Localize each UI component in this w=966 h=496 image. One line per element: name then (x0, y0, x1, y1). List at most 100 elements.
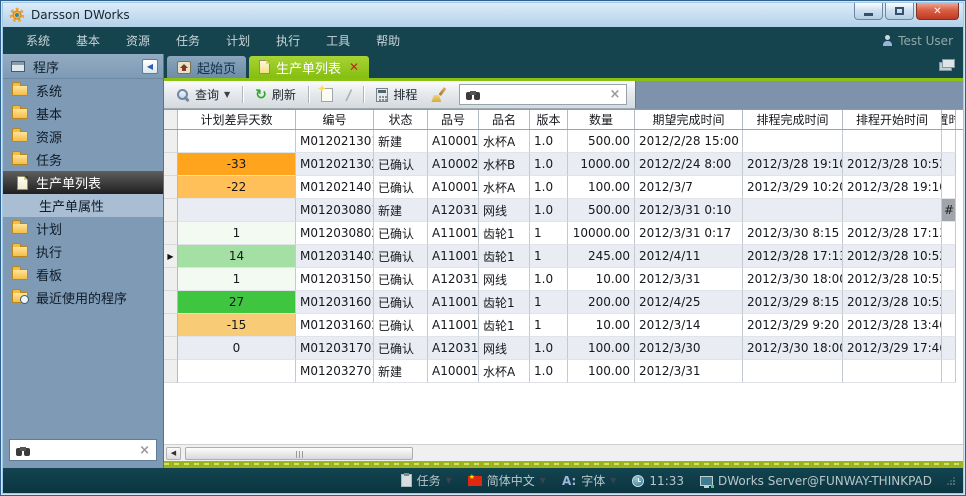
table-cell[interactable]: 水杯A (479, 360, 530, 383)
chevron-down-icon[interactable]: ▼ (610, 476, 616, 485)
table-cell[interactable]: 2012/3/30 18:00 (743, 337, 843, 360)
table-cell[interactable] (743, 199, 843, 222)
table-cell[interactable] (178, 360, 296, 383)
status-item-language-flag[interactable]: 简体中文▼ (463, 472, 551, 489)
table-cell[interactable]: 网线 (479, 199, 530, 222)
row-selector[interactable] (164, 314, 178, 337)
menu-item[interactable]: 系统 (13, 32, 63, 49)
table-cell[interactable]: 已确认 (374, 153, 428, 176)
table-cell[interactable] (942, 245, 956, 268)
table-cell[interactable]: 新建 (374, 360, 428, 383)
table-cell[interactable]: A12031 (428, 199, 479, 222)
menu-item[interactable]: 帮助 (363, 32, 413, 49)
menu-item[interactable]: 工具 (313, 32, 363, 49)
toolbar-search-input[interactable] (486, 88, 609, 102)
row-selector[interactable] (164, 199, 178, 222)
row-selector[interactable] (164, 176, 178, 199)
menu-item[interactable]: 基本 (63, 32, 113, 49)
table-cell[interactable] (942, 337, 956, 360)
table-cell[interactable]: M012032701 (296, 360, 374, 383)
table-cell[interactable]: 1.0 (530, 130, 568, 153)
table-cell[interactable] (942, 130, 956, 153)
table-cell[interactable]: 新建 (374, 130, 428, 153)
table-row[interactable]: M012021301新建A10001水杯A1.0500.002012/2/28 … (164, 130, 963, 153)
minimize-button[interactable] (854, 3, 883, 20)
table-cell[interactable]: 0 (178, 337, 296, 360)
sidebar-item[interactable]: 系统 (3, 79, 163, 102)
table-cell[interactable]: 水杯B (479, 153, 530, 176)
table-cell[interactable] (942, 291, 956, 314)
sidebar-item[interactable]: 资源 (3, 125, 163, 148)
current-user[interactable]: Test User (882, 34, 953, 48)
row-selector[interactable] (164, 291, 178, 314)
column-header[interactable]: 编号 (296, 110, 374, 129)
table-row[interactable]: -33M012021302已确认A10002水杯B1.01000.00 2012/… (164, 153, 963, 176)
status-item-clock[interactable]: 11:33 (627, 474, 689, 488)
table-cell[interactable]: A10001 (428, 176, 479, 199)
table-cell[interactable]: 1 (178, 268, 296, 291)
table-cell[interactable]: M012031602 (296, 314, 374, 337)
table-cell[interactable]: 齿轮1 (479, 314, 530, 337)
table-cell[interactable]: M012031701 (296, 337, 374, 360)
menu-item[interactable]: 执行 (263, 32, 313, 49)
table-cell[interactable] (178, 130, 296, 153)
table-row[interactable]: M012032701新建A10001水杯A1.0100.002012/3/31 (164, 360, 963, 383)
table-cell[interactable]: -15 (178, 314, 296, 337)
table-cell[interactable]: 500.00 (568, 130, 635, 153)
table-cell[interactable] (942, 222, 956, 245)
menu-item[interactable]: 任务 (163, 32, 213, 49)
table-cell[interactable]: 245.00 (568, 245, 635, 268)
table-cell[interactable]: # (942, 199, 956, 222)
table-cell[interactable]: 1.0 (530, 268, 568, 291)
table-cell[interactable] (942, 314, 956, 337)
table-cell[interactable]: 14 (178, 245, 296, 268)
sidebar-item[interactable]: 任务 (3, 148, 163, 171)
table-cell[interactable]: 2012/3/28 10:52 (843, 291, 942, 314)
row-selector[interactable] (164, 130, 178, 153)
table-cell[interactable]: 2012/3/31 (635, 360, 743, 383)
table-cell[interactable]: 1.0 (530, 360, 568, 383)
table-cell[interactable]: 2012/3/29 9:20 (743, 314, 843, 337)
table-cell[interactable] (843, 360, 942, 383)
table-cell[interactable]: -33 (178, 153, 296, 176)
column-header[interactable]: 计划差异天数 (178, 110, 296, 129)
table-cell[interactable]: 已确认 (374, 314, 428, 337)
row-selector[interactable] (164, 153, 178, 176)
column-header[interactable]: 期望完成时间 (635, 110, 743, 129)
table-cell[interactable]: 2012/3/31 0:10 (635, 199, 743, 222)
table-cell[interactable]: 1000.00 (568, 153, 635, 176)
refresh-button[interactable]: ↻ 刷新 (251, 84, 300, 105)
table-cell[interactable]: 1.0 (530, 176, 568, 199)
table-cell[interactable]: M012021302 (296, 153, 374, 176)
schedule-button[interactable]: 排程 (372, 84, 421, 105)
sidebar-item[interactable]: 执行 (3, 240, 163, 263)
title-bar[interactable]: Darsson DWorks ✕ (3, 3, 963, 27)
table-cell[interactable]: 100.00 (568, 337, 635, 360)
table-cell[interactable]: 1.0 (530, 153, 568, 176)
table-cell[interactable]: 100.00 (568, 360, 635, 383)
table-cell[interactable] (942, 268, 956, 291)
table-cell[interactable] (743, 130, 843, 153)
table-cell[interactable]: 2012/3/29 8:15 (743, 291, 843, 314)
column-header[interactable]: 排程完成时间 (743, 110, 843, 129)
table-cell[interactable]: 2012/3/30 18:00 (743, 268, 843, 291)
table-cell[interactable]: 2012/2/28 15:00 (635, 130, 743, 153)
maximize-button[interactable] (885, 3, 914, 20)
table-cell[interactable]: 已确认 (374, 176, 428, 199)
toolbar-search-box[interactable]: × (459, 84, 627, 105)
horizontal-scrollbar[interactable]: ◀ (164, 444, 963, 461)
table-cell[interactable]: 2012/3/28 19:10 (743, 153, 843, 176)
table-cell[interactable]: 齿轮1 (479, 245, 530, 268)
table-cell[interactable] (942, 176, 956, 199)
table-cell[interactable]: A10002 (428, 153, 479, 176)
table-cell[interactable]: 500.00 (568, 199, 635, 222)
table-cell[interactable]: 2012/3/28 10:52 (843, 245, 942, 268)
table-cell[interactable]: 2012/3/28 13:40 (843, 314, 942, 337)
row-selector[interactable] (164, 222, 178, 245)
table-cell[interactable]: 齿轮1 (479, 222, 530, 245)
sidebar-search-input[interactable] (36, 443, 139, 457)
table-cell[interactable] (942, 153, 956, 176)
table-cell[interactable]: 2012/3/28 19:10 (843, 176, 942, 199)
table-row[interactable]: -22M012021401已确认A10001水杯A1.0100.002012/3… (164, 176, 963, 199)
table-cell[interactable]: M012031601 (296, 291, 374, 314)
